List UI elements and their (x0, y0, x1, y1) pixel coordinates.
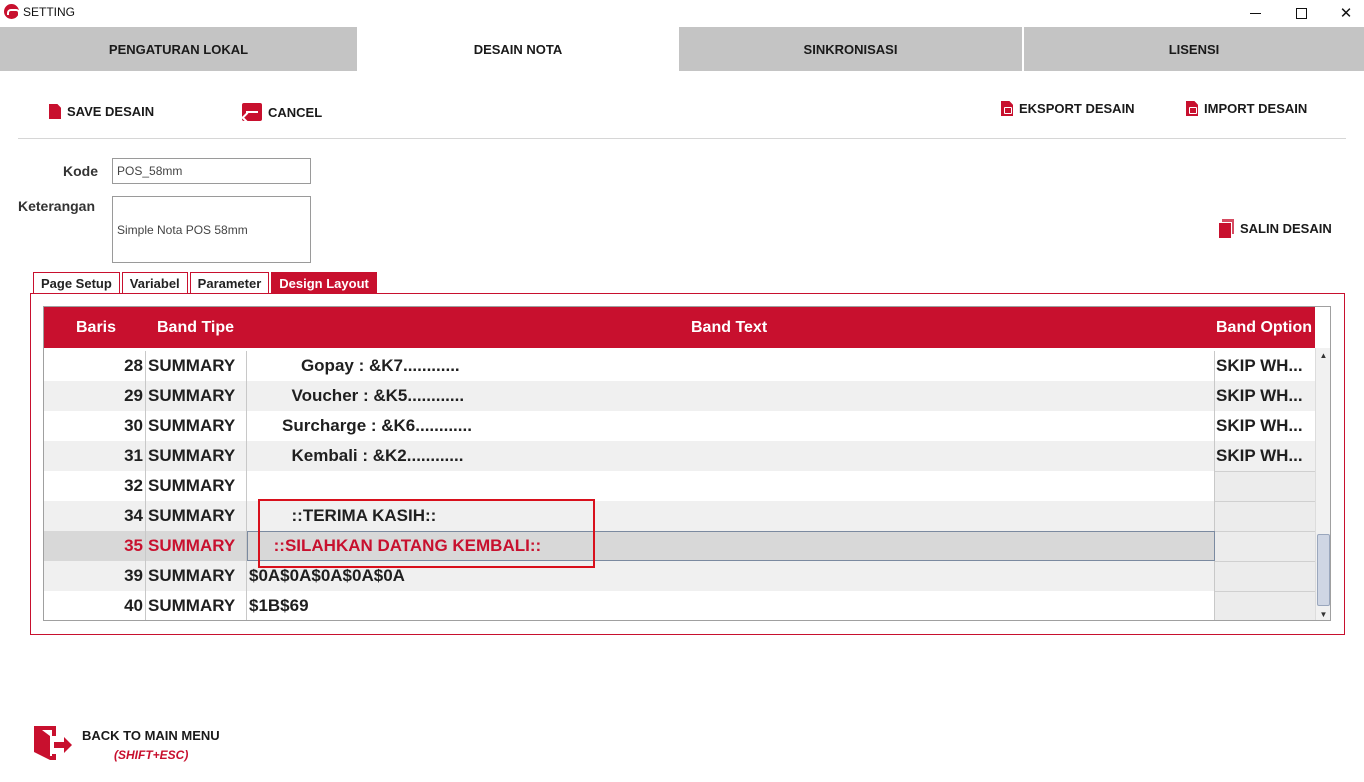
keterangan-value: Simple Nota POS 58mm (117, 222, 248, 237)
tab-sinkronisasi[interactable]: SINKRONISASI (679, 27, 1022, 71)
cell-band-tipe: SUMMARY (146, 501, 247, 531)
eksport-desain-button[interactable]: EKSPORT DESAIN (1001, 101, 1135, 116)
cell-band-option[interactable]: SKIP WH... (1215, 441, 1315, 471)
cell-baris: 31 (44, 441, 146, 471)
save-file-icon (49, 104, 61, 119)
salin-desain-label: SALIN DESAIN (1240, 220, 1332, 236)
eksport-desain-label: EKSPORT DESAIN (1019, 101, 1135, 116)
cell-baris: 39 (44, 561, 146, 591)
cell-band-tipe: SUMMARY (146, 381, 247, 411)
cell-band-option[interactable] (1215, 531, 1315, 561)
tab-page-setup[interactable]: Page Setup (33, 272, 120, 294)
table-row[interactable]: 29 SUMMARY Voucher : &K5............ SKI… (44, 381, 1315, 411)
table-header: Baris Band Tipe Band Text Band Option (44, 307, 1315, 348)
cell-band-text[interactable] (247, 471, 1215, 501)
annotation-highlight-box (258, 499, 595, 568)
table-row[interactable]: 40 SUMMARY $1B$69 (44, 591, 1315, 620)
cell-baris: 35 (44, 531, 146, 561)
table-row[interactable]: 28 SUMMARY Gopay : &K7............ SKIP … (44, 351, 1315, 381)
cell-band-tipe: SUMMARY (146, 351, 247, 381)
save-desain-label: SAVE DESAIN (67, 104, 155, 119)
table-row[interactable]: 34 SUMMARY ::TERIMA KASIH:: (44, 501, 1315, 531)
column-header-baris[interactable]: Baris (76, 307, 116, 348)
cell-band-tipe: SUMMARY (146, 591, 247, 620)
table-row-selected[interactable]: 35 SUMMARY ::SILAHKAN DATANG KEMBALI:: (44, 531, 1315, 561)
window-title: SETTING (23, 5, 76, 19)
column-header-band-option[interactable]: Band Option (1216, 307, 1312, 348)
cell-band-text[interactable]: Gopay : &K7............ (247, 351, 1215, 381)
table-row[interactable]: 30 SUMMARY Surcharge : &K6............ S… (44, 411, 1315, 441)
maximize-icon (1295, 7, 1307, 19)
cell-band-tipe: SUMMARY (146, 531, 247, 561)
cell-band-text[interactable]: Surcharge : &K6............ (247, 411, 1215, 441)
cell-band-tipe: SUMMARY (146, 441, 247, 471)
kode-label: Kode (63, 163, 98, 179)
design-tab-bar: Page Setup Variabel Parameter Design Lay… (33, 272, 377, 294)
tab-desain-nota[interactable]: DESAIN NOTA (359, 27, 677, 71)
copy-icon (1218, 219, 1234, 239)
cell-band-option[interactable] (1215, 471, 1315, 501)
minimize-button[interactable] (1232, 0, 1278, 26)
import-file-icon (1186, 101, 1198, 116)
exit-door-icon (34, 726, 72, 760)
cell-baris: 28 (44, 351, 146, 381)
cell-band-tipe: SUMMARY (146, 411, 247, 441)
cell-band-option[interactable] (1215, 591, 1315, 620)
salin-desain-button[interactable]: SALIN DESAIN (1218, 219, 1332, 239)
scroll-down-arrow-icon[interactable]: ▼ (1316, 607, 1330, 620)
tab-pengaturan-lokal[interactable]: PENGATURAN LOKAL (0, 27, 357, 71)
cancel-label: CANCEL (268, 104, 323, 120)
column-header-band-tipe[interactable]: Band Tipe (157, 307, 234, 348)
cell-baris: 34 (44, 501, 146, 531)
maximize-button[interactable] (1278, 0, 1324, 26)
cell-band-text[interactable]: Kembali : &K2............ (247, 441, 1215, 471)
back-shortcut-hint: (SHIFT+ESC) (114, 748, 189, 762)
cell-baris: 40 (44, 591, 146, 620)
tab-lisensi[interactable]: LISENSI (1024, 27, 1364, 71)
minimize-icon (1249, 12, 1261, 14)
scroll-up-arrow-icon[interactable]: ▲ (1316, 348, 1330, 362)
toolbar-divider (18, 138, 1346, 139)
cell-band-option[interactable]: SKIP WH... (1215, 351, 1315, 381)
tab-variabel[interactable]: Variabel (121, 272, 188, 294)
import-desain-label: IMPORT DESAIN (1204, 101, 1308, 116)
band-table: Baris Band Tipe Band Text Band Option 28… (43, 306, 1331, 621)
keterangan-textarea[interactable]: Simple Nota POS 58mm (112, 196, 311, 263)
cell-band-text[interactable]: Voucher : &K5............ (247, 381, 1215, 411)
close-button[interactable]: ✕ (1323, 0, 1364, 26)
cell-band-tipe: SUMMARY (146, 561, 247, 591)
cell-band-tipe: SUMMARY (146, 471, 247, 501)
cancel-button[interactable]: CANCEL (242, 103, 322, 121)
vertical-scrollbar[interactable]: ▲ ▼ (1315, 348, 1330, 620)
close-icon: ✕ (1339, 4, 1353, 22)
save-desain-button[interactable]: SAVE DESAIN (49, 104, 154, 119)
import-desain-button[interactable]: IMPORT DESAIN (1186, 101, 1307, 116)
tab-parameter[interactable]: Parameter (189, 272, 270, 294)
cell-baris: 32 (44, 471, 146, 501)
back-to-main-menu-button[interactable]: BACK TO MAIN MENU (SHIFT+ESC) (32, 724, 252, 768)
export-file-icon (1001, 101, 1013, 116)
cell-band-option[interactable] (1215, 561, 1315, 591)
cell-baris: 29 (44, 381, 146, 411)
table-row[interactable]: 32 SUMMARY (44, 471, 1315, 501)
cell-band-option[interactable]: SKIP WH... (1215, 411, 1315, 441)
back-arrow-icon (242, 103, 262, 121)
scroll-thumb[interactable] (1317, 534, 1330, 606)
column-header-band-text[interactable]: Band Text (691, 307, 767, 348)
kode-input[interactable] (112, 158, 311, 184)
table-row[interactable]: 39 SUMMARY $0A$0A$0A$0A$0A (44, 561, 1315, 591)
tab-design-layout[interactable]: Design Layout (271, 272, 377, 294)
back-to-main-menu-label: BACK TO MAIN MENU (82, 728, 220, 743)
app-logo-icon (4, 4, 20, 19)
main-tab-bar: PENGATURAN LOKAL DESAIN NOTA SINKRONISAS… (0, 27, 1364, 71)
title-bar: SETTING ✕ (0, 0, 1364, 26)
cell-baris: 30 (44, 411, 146, 441)
table-row[interactable]: 31 SUMMARY Kembali : &K2............ SKI… (44, 441, 1315, 471)
keterangan-label: Keterangan (18, 198, 96, 214)
cell-band-text[interactable]: $1B$69 (247, 591, 1215, 620)
cell-band-option[interactable] (1215, 501, 1315, 531)
cell-band-option[interactable]: SKIP WH... (1215, 381, 1315, 411)
